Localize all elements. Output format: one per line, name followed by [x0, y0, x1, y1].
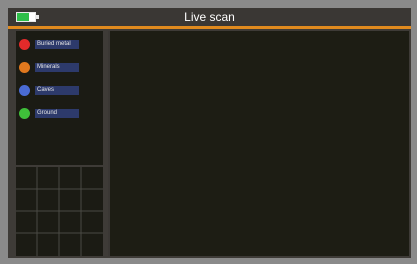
legend-label: Caves: [35, 86, 79, 95]
legend-item-buried-metal: Buried metal: [19, 39, 103, 51]
app-window: Live scan Buried metal Minerals Caves Gr…: [8, 8, 411, 258]
legend-item-ground: Ground: [19, 108, 103, 120]
page-title: Live scan: [184, 10, 235, 24]
blue-dot-icon: [19, 85, 30, 96]
legend-item-minerals: Minerals: [19, 62, 103, 74]
scan-view[interactable]: [108, 31, 409, 256]
legend-label: Buried metal: [35, 40, 79, 49]
red-dot-icon: [19, 39, 30, 50]
legend-label: Minerals: [35, 63, 79, 72]
minimap-grid[interactable]: [16, 167, 103, 256]
grid-lines: [16, 167, 103, 256]
legend-panel: Buried metal Minerals Caves Ground: [16, 31, 103, 165]
legend-item-caves: Caves: [19, 85, 103, 97]
legend-label: Ground: [35, 109, 79, 118]
title-bar: Live scan: [8, 8, 411, 26]
green-dot-icon: [19, 108, 30, 119]
orange-dot-icon: [19, 62, 30, 73]
accent-divider: [8, 26, 411, 29]
